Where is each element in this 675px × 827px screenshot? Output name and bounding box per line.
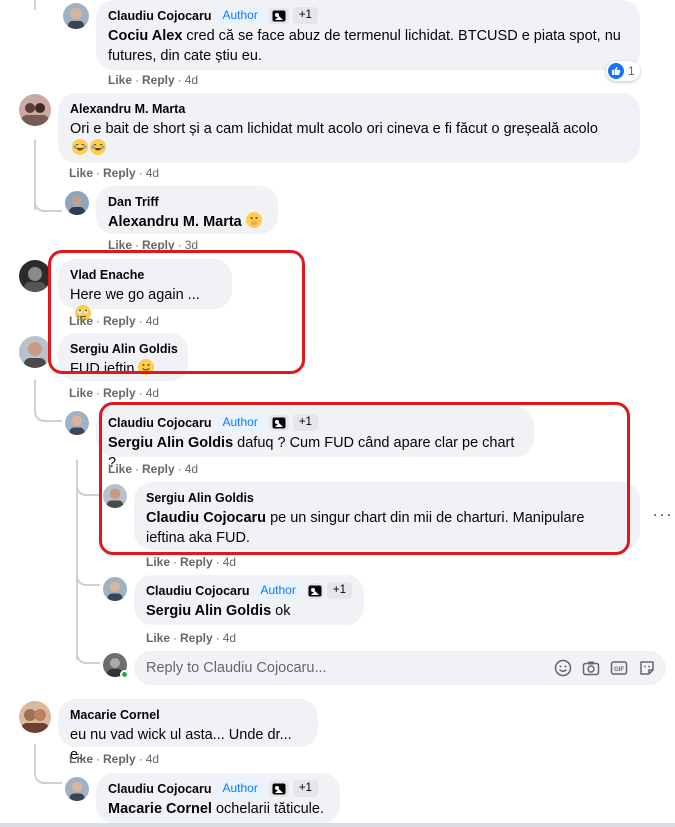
badge-count: +1 xyxy=(326,582,352,599)
mention-link[interactable]: Alexandru M. Marta xyxy=(108,214,242,230)
timestamp[interactable]: 4d xyxy=(223,555,236,569)
comment-bubble: Claudiu Cojocaru Author +1 Macarie Corne… xyxy=(96,773,340,823)
comment-bubble: Dan Triff Alexandru M. Marta xyxy=(96,186,278,234)
sticker-icon[interactable] xyxy=(638,659,656,677)
comment-author[interactable]: Claudiu Cojocaru xyxy=(108,9,211,23)
mention-link[interactable]: Macarie Cornel xyxy=(108,801,212,817)
badge-count: +1 xyxy=(292,780,318,797)
comment-author[interactable]: Macarie Cornel xyxy=(70,708,160,722)
emoji-row xyxy=(70,139,628,159)
comment-bubble: Claudiu Cojocaru Author +1 Cociu Alex cr… xyxy=(96,0,640,70)
reply-link[interactable]: Reply xyxy=(103,386,136,400)
like-link[interactable]: Like xyxy=(69,166,93,180)
thread-curve xyxy=(34,762,62,784)
avatar[interactable] xyxy=(65,777,89,801)
profile-frame-icon xyxy=(306,582,323,599)
thread-line xyxy=(34,0,36,10)
avatar[interactable] xyxy=(63,3,89,29)
author-badge: Author xyxy=(217,780,263,797)
like-link[interactable]: Like xyxy=(69,752,93,766)
mention-link[interactable]: Sergiu Alin Goldis xyxy=(146,603,271,619)
comment-actions: Like · Reply · 3d xyxy=(108,238,199,250)
laughing-crying-emoji-icon xyxy=(72,139,88,155)
avatar[interactable] xyxy=(19,336,51,368)
reply-link[interactable]: Reply xyxy=(103,166,136,180)
online-status-dot xyxy=(120,670,129,679)
svg-text:GIF: GIF xyxy=(614,667,624,673)
like-link[interactable]: Like xyxy=(69,386,93,400)
comment-actions: Like · Reply · 4d xyxy=(108,73,199,87)
avatar[interactable] xyxy=(19,260,51,292)
reply-input[interactable]: Reply to Claudiu Cojocaru... GIF xyxy=(134,651,666,685)
comment-text: Cociu Alex cred că se face abuz de terme… xyxy=(108,28,621,44)
avatar[interactable] xyxy=(19,94,51,126)
reply-link[interactable]: Reply xyxy=(180,631,213,645)
more-options-icon[interactable]: ··· xyxy=(652,504,673,525)
reply-link[interactable]: Reply xyxy=(142,73,175,87)
comment-author[interactable]: Dan Triff xyxy=(108,195,159,209)
reply-link[interactable]: Reply xyxy=(103,752,136,766)
highlight-box xyxy=(48,250,305,374)
comment-actions: Like · Reply · 4d xyxy=(69,752,160,766)
reaction-summary[interactable]: 1 xyxy=(606,61,640,81)
comment-text: Alexandru M. Marta xyxy=(108,212,266,232)
badge-count: +1 xyxy=(292,7,318,24)
thread-curve xyxy=(34,190,62,212)
timestamp[interactable]: 4d xyxy=(146,166,159,180)
comment-text: Macarie Cornel ochelarii tăticule. xyxy=(108,801,324,817)
bottom-edge xyxy=(0,823,675,827)
comment-text: Sergiu Alin Goldis ok xyxy=(146,603,291,619)
thread-curve xyxy=(76,644,100,664)
reply-input-placeholder: Reply to Claudiu Cojocaru... xyxy=(146,660,327,676)
reply-link[interactable]: Reply xyxy=(142,238,175,250)
avatar[interactable] xyxy=(65,411,89,435)
avatar[interactable] xyxy=(103,577,127,601)
laughing-crying-emoji-icon xyxy=(90,139,106,155)
timestamp[interactable]: 4d xyxy=(146,386,159,400)
comment-author[interactable]: Claudiu Cojocaru xyxy=(108,782,211,796)
like-link[interactable]: Like xyxy=(146,555,170,569)
thread-curve xyxy=(76,570,100,586)
highlight-box xyxy=(99,402,630,555)
reply-link[interactable]: Reply xyxy=(180,555,213,569)
comment-actions: Like · Reply · 4d xyxy=(69,386,160,400)
like-reaction-icon xyxy=(608,63,624,79)
gif-icon[interactable]: GIF xyxy=(610,659,628,677)
author-badge: Author xyxy=(255,582,301,599)
smiley-icon[interactable] xyxy=(554,659,572,677)
avatar[interactable] xyxy=(19,701,51,733)
thread-curve xyxy=(76,480,100,496)
comment-bubble: Macarie Cornel eu nu vad wick ul asta...… xyxy=(58,699,318,763)
avatar[interactable] xyxy=(65,191,89,215)
comment-text: Ori e bait de short și a cam lichidat mu… xyxy=(70,121,598,137)
timestamp[interactable]: 3d xyxy=(185,238,198,250)
comment-author[interactable]: Alexandru M. Marta xyxy=(70,102,185,116)
thread-curve xyxy=(34,400,62,422)
like-link[interactable]: Like xyxy=(146,631,170,645)
author-badge: Author xyxy=(217,7,263,24)
profile-frame-icon xyxy=(268,780,289,797)
comment-bubble: Alexandru M. Marta Ori e bait de short ș… xyxy=(58,93,640,163)
shushing-emoji-icon xyxy=(245,212,262,228)
comment-actions: Like · Reply · 4d xyxy=(69,166,160,180)
like-link[interactable]: Like xyxy=(108,73,132,87)
profile-frame-icon xyxy=(268,7,289,24)
mention-link[interactable]: Cociu Alex xyxy=(108,28,182,44)
comment-author[interactable]: Claudiu Cojocaru xyxy=(146,584,249,598)
comment-bubble: Claudiu Cojocaru Author +1 Sergiu Alin G… xyxy=(134,575,364,625)
camera-icon[interactable] xyxy=(582,659,600,677)
timestamp[interactable]: 4d xyxy=(146,752,159,766)
comment-actions: Like · Reply · 4d xyxy=(146,555,237,569)
comment-actions: Like · Reply · 4d xyxy=(146,631,237,645)
comment-text: futures, din cate știu eu. xyxy=(108,48,262,64)
like-link[interactable]: Like xyxy=(108,238,132,250)
timestamp[interactable]: 4d xyxy=(185,73,198,87)
timestamp[interactable]: 4d xyxy=(223,631,236,645)
